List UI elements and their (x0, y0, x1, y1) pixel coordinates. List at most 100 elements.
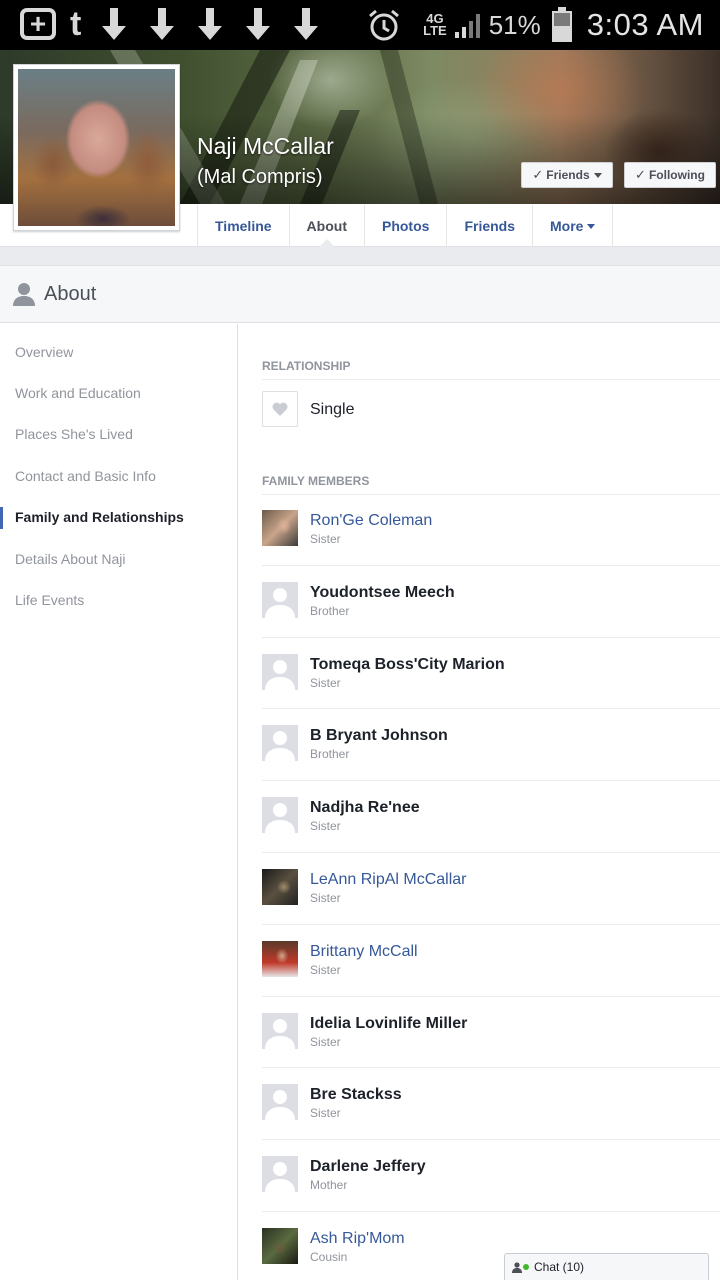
family-member-item[interactable]: Bre Stackss Sister (262, 1068, 720, 1141)
default-avatar-icon[interactable] (262, 797, 298, 834)
tab-more[interactable]: More (533, 205, 614, 247)
family-member-relation: Brother (310, 603, 350, 618)
add-box-icon: + (20, 8, 56, 40)
family-member-name[interactable]: Ash Rip'Mom (310, 1230, 405, 1248)
family-member-item[interactable]: LeAnn RipAl McCallar Sister (262, 853, 720, 925)
friends-button[interactable]: ✓ Friends (521, 162, 613, 188)
divider (262, 379, 720, 380)
nav-work-education[interactable]: Work and Education (0, 372, 237, 413)
family-member-item[interactable]: Idelia Lovinlife Miller Sister (262, 997, 720, 1069)
family-member-name: Nadjha Re'nee (310, 799, 420, 817)
following-button[interactable]: ✓ Following (624, 162, 716, 188)
profile-tabs: Timeline About Photos Friends More (197, 205, 614, 247)
family-member-relation: Brother (310, 747, 350, 762)
network-indicator: 4G LTE (423, 12, 447, 37)
family-member-item[interactable]: Tomeqa Boss'City Marion Sister (262, 638, 720, 710)
download-icon (294, 8, 319, 40)
family-member-name: Idelia Lovinlife Miller (310, 1014, 468, 1032)
chat-label: Chat (10) (534, 1260, 585, 1274)
download-icon (246, 8, 271, 40)
heart-icon (272, 402, 288, 416)
person-icon (512, 1261, 522, 1273)
alarm-icon (369, 9, 400, 41)
download-icon (198, 8, 223, 40)
nav-overview[interactable]: Overview (0, 331, 237, 372)
family-member-relation: Mother (310, 1178, 348, 1193)
tab-about[interactable]: About (290, 205, 365, 247)
default-avatar-icon[interactable] (262, 1012, 298, 1049)
family-member-name[interactable]: Ron'Ge Coleman (310, 512, 432, 530)
default-avatar-icon[interactable] (262, 581, 298, 618)
family-member-item[interactable]: Darlene Jeffery Mother (262, 1140, 720, 1212)
family-member-name: Youdontsee Meech (310, 583, 455, 601)
following-button-label: Following (648, 168, 705, 182)
family-member-relation: Cousin (310, 1249, 348, 1264)
family-member-relation: Sister (310, 819, 341, 834)
default-avatar-icon[interactable] (262, 1156, 298, 1193)
family-member-name: Bre Stackss (310, 1086, 402, 1104)
family-member-relation: Sister (310, 962, 341, 977)
signal-icon (454, 14, 480, 38)
profile-picture[interactable] (13, 64, 180, 231)
about-title: About (44, 282, 97, 305)
tumblr-icon: t (70, 5, 82, 43)
family-list: Ron'Ge Coleman Sister Youdontsee Meech Brot… (262, 494, 720, 1280)
online-indicator-icon (523, 1264, 529, 1270)
download-icon (102, 8, 127, 40)
family-member-photo[interactable] (262, 868, 298, 905)
nav-life-events[interactable]: Life Events (0, 579, 237, 620)
profile-name: Naji McCallar (197, 133, 334, 159)
clock: 3:03 AM (586, 7, 704, 42)
family-member-name: B Bryant Johnson (310, 727, 448, 745)
friends-button-label: Friends (546, 168, 590, 182)
family-member-photo[interactable] (262, 940, 298, 977)
family-member-relation: Sister (310, 1106, 341, 1121)
about-header: About (0, 265, 720, 323)
nav-details[interactable]: Details About Naji (0, 538, 237, 579)
family-member-item[interactable]: B Bryant Johnson Brother (262, 709, 720, 782)
default-avatar-icon[interactable] (262, 725, 298, 762)
family-member-item[interactable]: Brittany McCall Sister (262, 925, 720, 997)
system-icons: 4G LTE 51% 3:03 AM (367, 4, 704, 46)
family-member-relation: Sister (310, 1034, 341, 1049)
family-member-relation: Sister (310, 532, 341, 546)
tab-label: More (550, 218, 584, 234)
family-member-name[interactable]: Brittany McCall (310, 943, 418, 961)
tab-label: About (306, 218, 347, 234)
default-avatar-icon[interactable] (262, 653, 298, 690)
family-member-name: Tomeqa Boss'City Marion (310, 655, 505, 673)
checkmark-icon: ✓ (635, 167, 646, 182)
family-member-item[interactable]: Youdontsee Meech Brother (262, 566, 720, 638)
nav-family-relationships[interactable]: Family and Relationships (0, 497, 237, 538)
profile-picture-image (18, 69, 175, 226)
family-member-name: Darlene Jeffery (310, 1158, 426, 1176)
nav-contact-info[interactable]: Contact and Basic Info (0, 455, 237, 496)
family-heading: Family Members (262, 474, 370, 488)
profile-alternate-name: (Mal Compris) (197, 166, 323, 188)
checkmark-icon: ✓ (532, 167, 544, 182)
battery-icon (551, 7, 572, 42)
family-member-relation: Sister (310, 675, 341, 690)
tab-label: Friends (464, 218, 516, 234)
relationship-icon-box (262, 391, 298, 427)
nav-places-lived[interactable]: Places She's Lived (0, 414, 237, 455)
default-avatar-icon[interactable] (262, 1084, 298, 1121)
chat-bar[interactable]: Chat (10) (504, 1253, 709, 1280)
relationship-heading: Relationship (262, 359, 351, 373)
relationship-status: Single (310, 401, 355, 418)
caret-down-icon (587, 223, 596, 229)
status-bar: + t 4G LTE 51% 3:03 AM (0, 0, 720, 50)
tab-timeline[interactable]: Timeline (198, 205, 290, 247)
family-member-item[interactable]: Nadjha Re'nee Sister (262, 781, 720, 853)
family-member-item[interactable]: Ron'Ge Coleman Sister (262, 494, 720, 566)
person-icon (13, 283, 35, 306)
tab-friends[interactable]: Friends (447, 205, 534, 247)
tab-label: Photos (381, 218, 430, 234)
notification-icons: + t (20, 6, 339, 42)
family-member-photo[interactable] (262, 510, 298, 546)
family-member-photo[interactable] (262, 1227, 298, 1264)
tab-photos[interactable]: Photos (365, 205, 448, 247)
battery-percent: 51% (488, 9, 541, 40)
family-member-name[interactable]: LeAnn RipAl McCallar (310, 871, 467, 889)
family-member-relation: Sister (310, 890, 341, 905)
